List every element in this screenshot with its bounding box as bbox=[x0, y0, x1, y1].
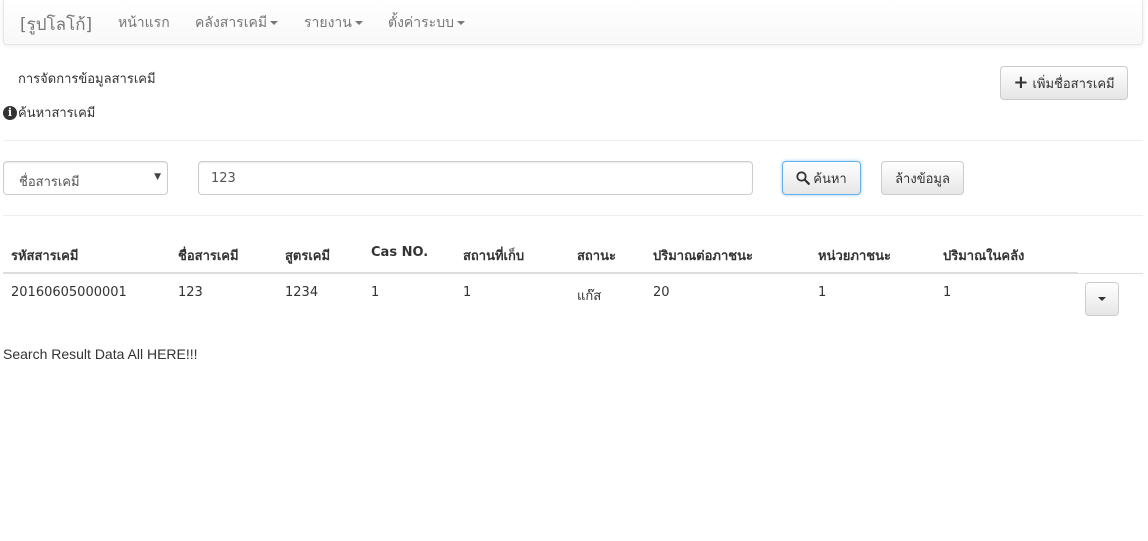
column-header-amount-per-container: ปริมาณต่อภาชนะ bbox=[653, 249, 753, 264]
nav-item-settings[interactable]: ตั้งค่าระบบ bbox=[388, 12, 465, 34]
page-title: การจัดการข้อมูลสารเคมี bbox=[18, 72, 156, 87]
chevron-down-icon bbox=[270, 21, 279, 25]
nav-item-report[interactable]: รายงาน bbox=[304, 12, 363, 34]
table-cell: 1 bbox=[943, 285, 952, 300]
search-icon bbox=[796, 171, 811, 185]
column-header-state: สถานะ bbox=[577, 249, 616, 264]
nav-item-chemical-store-label: คลังสารเคมี bbox=[195, 15, 268, 31]
add-chemical-button[interactable]: + เพิ่มชื่อสารเคมี bbox=[1000, 66, 1128, 100]
column-header-cas-no: Cas NO. bbox=[371, 245, 429, 260]
divider bbox=[3, 140, 1143, 141]
column-header-chemical-name: ชื่อสารเคมี bbox=[178, 249, 239, 264]
plus-icon: + bbox=[1013, 72, 1029, 93]
info-icon: i bbox=[3, 105, 17, 120]
table-cell: 1 bbox=[818, 285, 827, 300]
nav-item-settings-label: ตั้งค่าระบบ bbox=[388, 15, 454, 31]
search-input[interactable] bbox=[198, 161, 753, 195]
table-cell: แก๊ส bbox=[577, 289, 602, 304]
column-header-container-unit: หน่วยภาชนะ bbox=[818, 249, 891, 264]
column-header-storage-location: สถานที่เก็บ bbox=[463, 249, 525, 264]
nav-item-home-label: หน้าแรก bbox=[118, 15, 170, 31]
table-cell: 1 bbox=[463, 285, 472, 300]
table-cell: 123 bbox=[178, 285, 203, 300]
search-result-text: Search Result Data All HERE!!! bbox=[3, 346, 198, 362]
nav-item-home[interactable]: หน้าแรก bbox=[118, 12, 170, 34]
row-actions-dropdown-button[interactable] bbox=[1085, 282, 1119, 316]
brand-logo-link[interactable]: [รูปโลโก้] bbox=[20, 11, 92, 38]
search-field-select-value: ชื่อสารเคมี bbox=[19, 175, 80, 190]
chevron-down-icon bbox=[354, 21, 363, 25]
divider bbox=[3, 215, 1143, 216]
chevron-down-icon bbox=[456, 21, 465, 25]
clear-button[interactable]: ล้างข้อมูล bbox=[881, 161, 964, 195]
add-chemical-button-label: เพิ่มชื่อสารเคมี bbox=[1032, 76, 1115, 92]
search-button-label: ค้นหา bbox=[813, 171, 847, 187]
column-header-formula: สูตรเคมี bbox=[285, 249, 331, 264]
table-cell: 20160605000001 bbox=[11, 285, 127, 300]
select-arrow-icon: ▼ bbox=[154, 172, 161, 182]
column-header-chemical-id: รหัสสารเคมี bbox=[11, 249, 79, 264]
top-navbar: [รูปโลโก้] หน้าแรก คลังสารเคมี รายงาน ตั… bbox=[3, 0, 1143, 45]
table-cell: 1 bbox=[371, 285, 380, 300]
nav-item-chemical-store[interactable]: คลังสารเคมี bbox=[195, 12, 279, 34]
search-field-select[interactable]: ชื่อสารเคมี ▼ bbox=[3, 161, 168, 195]
table-row-border bbox=[1078, 273, 1143, 274]
column-header-stock-amount: ปริมาณในคลัง bbox=[943, 249, 1025, 264]
search-section-heading: i ค้นหาสารเคมี bbox=[3, 102, 95, 123]
table-cell: 20 bbox=[653, 285, 670, 300]
table-cell: 1234 bbox=[285, 285, 319, 300]
search-button[interactable]: ค้นหา bbox=[782, 161, 861, 195]
nav-item-report-label: รายงาน bbox=[304, 15, 352, 31]
table-header-border bbox=[3, 272, 1078, 274]
chevron-down-icon bbox=[1098, 297, 1106, 301]
search-section-heading-label: ค้นหาสารเคมี bbox=[18, 106, 96, 121]
